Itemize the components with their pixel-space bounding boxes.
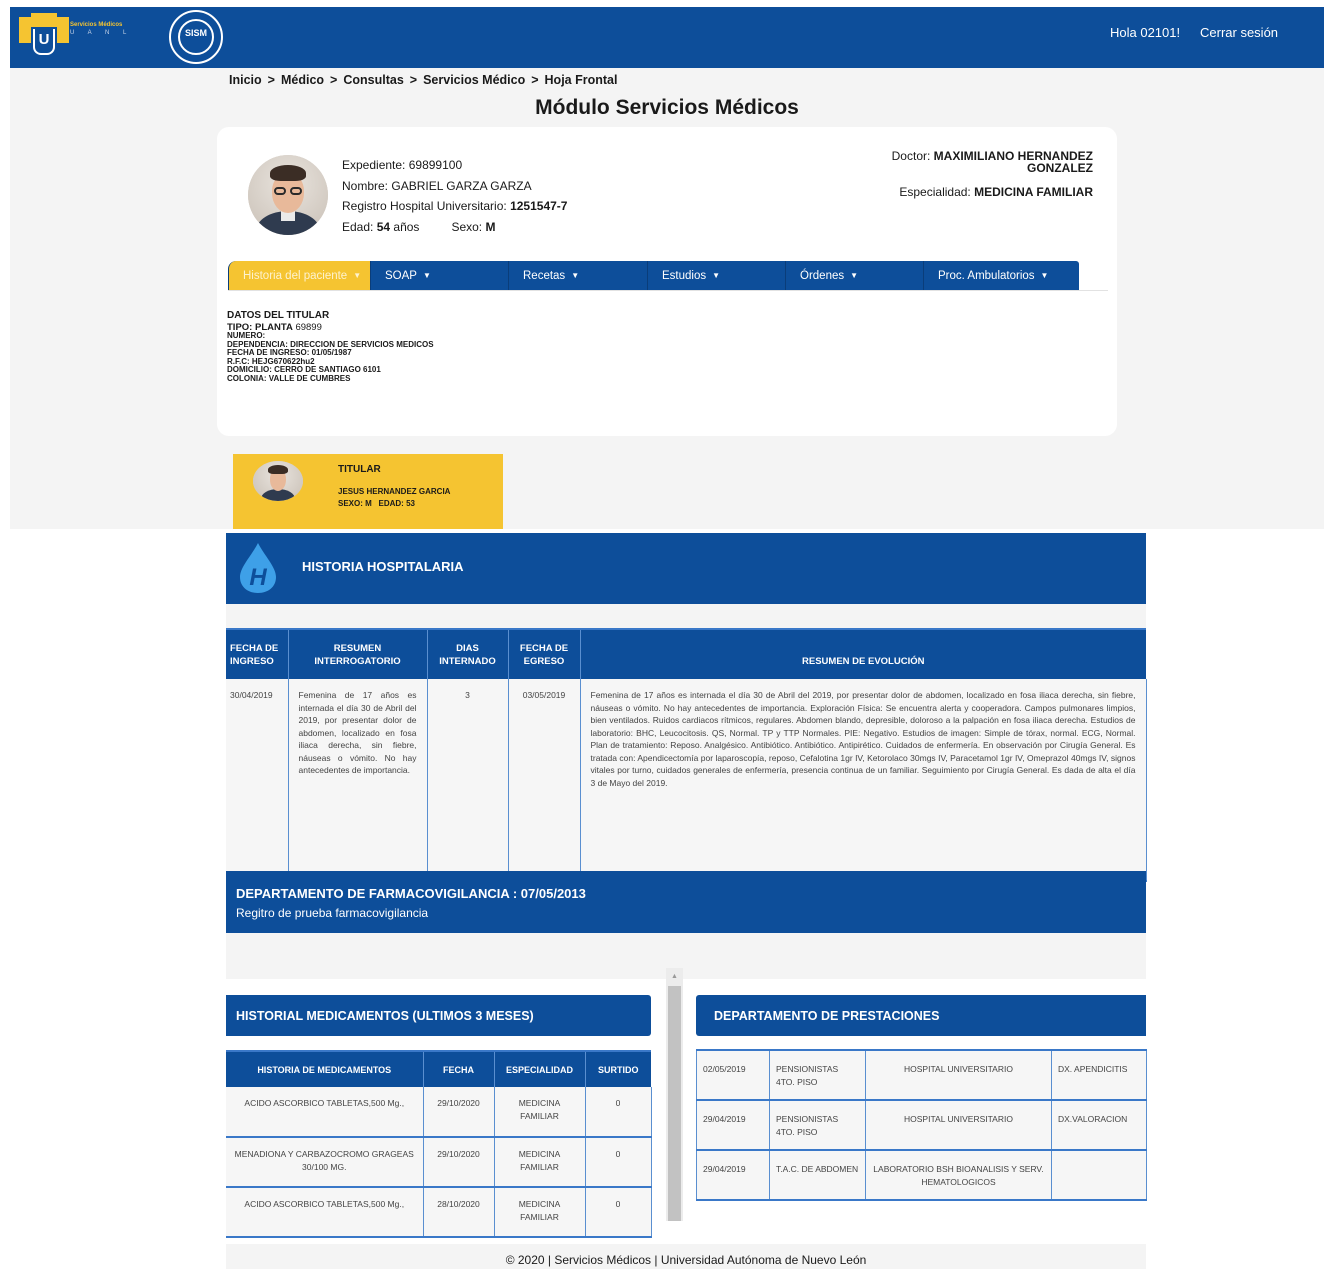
scrollbar[interactable]: ▲ [666, 968, 683, 1221]
caret-down-icon: ▼ [422, 271, 431, 280]
medicamentos-header: HISTORIAL MEDICAMENTOS (ULTIMOS 3 MESES) [226, 995, 651, 1036]
sism-logo: SISM [169, 10, 223, 64]
caret-down-icon: ▼ [571, 271, 580, 280]
navbar: U Servicios Médicos U A N L SISM Hola 02… [10, 7, 1324, 68]
scroll-thumb[interactable] [668, 986, 681, 1221]
patient-avatar [248, 155, 328, 235]
breadcrumb-hoja-frontal: Hoja Frontal [544, 73, 618, 87]
table-row: ACIDO ASCORBICO TABLETAS,500 Mg., 28/10/… [226, 1187, 652, 1238]
tab-recetas[interactable]: Recetas ▼ [508, 261, 647, 290]
tab-estudios[interactable]: Estudios ▼ [647, 261, 785, 290]
table-row: 29/04/2019 PENSIONISTAS 4TO. PISO HOSPIT… [696, 1100, 1147, 1151]
breadcrumb: Inicio > Médico > Consultas > Servicios … [229, 73, 618, 87]
table-row: 30/04/2019 Femenina de 17 años es intern… [226, 679, 1147, 882]
expediente-value: 69899100 [408, 158, 463, 172]
patient-info: Expediente: 69899100 Nombre: GABRIEL GAR… [342, 158, 568, 234]
prestaciones-table: 02/05/2019 PENSIONISTAS 4TO. PISO HOSPIT… [696, 1049, 1147, 1201]
doctor-especialidad: MEDICINA FAMILIAR [974, 185, 1093, 199]
breadcrumb-servicios-medico[interactable]: Servicios Médico [423, 73, 525, 87]
footer: © 2020 | Servicios Médicos | Universidad… [226, 1244, 1146, 1269]
breadcrumb-medico[interactable]: Médico [281, 73, 324, 87]
titular-card[interactable]: TITULAR JESUS HERNANDEZ GARCIA SEXO: M E… [233, 454, 503, 529]
caret-down-icon: ▼ [1040, 271, 1049, 280]
scroll-up-icon[interactable]: ▲ [666, 968, 683, 986]
tab-proc-ambulatorios[interactable]: Proc. Ambulatorios ▼ [923, 261, 1079, 290]
caret-down-icon: ▼ [712, 271, 721, 280]
page-title: Módulo Servicios Médicos [535, 96, 799, 119]
patient-tabs: Historia del paciente ▼ SOAP ▼ Recetas ▼ Es… [228, 261, 1079, 290]
logo-text: Servicios Médicos U A N L [70, 22, 133, 36]
sexo-value: M [485, 219, 496, 234]
medicamentos-table: HISTORIA DE MEDICAMENTOS FECHA ESPECIALI… [226, 1050, 652, 1238]
historia-hospitalaria-table: FECHA DE INGRESO RESUMEN INTERROGATORIO … [226, 628, 1147, 882]
drop-h-icon: H [240, 543, 276, 593]
titular-data: DATOS DEL TITULAR TIPO: PLANTA 69899 NUM… [227, 310, 434, 383]
tab-soap[interactable]: SOAP ▼ [370, 261, 508, 290]
table-row: MENADIONA Y CARBAZOCROMO GRAGEAS 30/100 … [226, 1137, 652, 1188]
svg-text:H: H [249, 564, 267, 591]
patient-card: Expediente: 69899100 Nombre: GABRIEL GAR… [217, 127, 1117, 436]
historia-hospitalaria-header: H HISTORIA HOSPITALARIA [226, 533, 1146, 604]
tab-ordenes[interactable]: Órdenes ▼ [785, 261, 923, 290]
doctor-info: Doctor: MAXIMILIANO HERNANDEZ GONZALEZ E… [891, 149, 1093, 199]
breadcrumb-consultas[interactable]: Consultas [343, 73, 403, 87]
greeting-text: Hola 02101! [1110, 25, 1181, 40]
farmacovigilancia-header: DEPARTAMENTO DE FARMACOVIGILANCIA : 07/0… [226, 871, 1146, 933]
table-row: 02/05/2019 PENSIONISTAS 4TO. PISO HOSPIT… [696, 1050, 1147, 1101]
table-row: ACIDO ASCORBICO TABLETAS,500 Mg., 29/10/… [226, 1087, 652, 1138]
uanl-logo[interactable]: U [19, 11, 75, 57]
titular-avatar [253, 461, 303, 501]
logout-link[interactable]: Cerrar sesión [1200, 25, 1278, 40]
edad-value: 54 [376, 219, 391, 234]
caret-down-icon: ▼ [850, 271, 859, 280]
caret-down-icon: ▼ [353, 271, 362, 280]
tab-historia-paciente[interactable]: Historia del paciente ▼ [228, 261, 370, 290]
top-region: U Servicios Médicos U A N L SISM Hola 02… [10, 7, 1324, 529]
table-row: 29/04/2019 T.A.C. DE ABDOMEN LABORATORIO… [696, 1150, 1147, 1201]
breadcrumb-inicio[interactable]: Inicio [229, 73, 262, 87]
titular-name: JESUS HERNANDEZ GARCIA [338, 487, 451, 496]
registro-value: 1251547-7 [510, 199, 568, 213]
patient-name: GABRIEL GARZA GARZA [391, 178, 532, 193]
prestaciones-header: DEPARTAMENTO DE PRESTACIONES [696, 995, 1146, 1036]
